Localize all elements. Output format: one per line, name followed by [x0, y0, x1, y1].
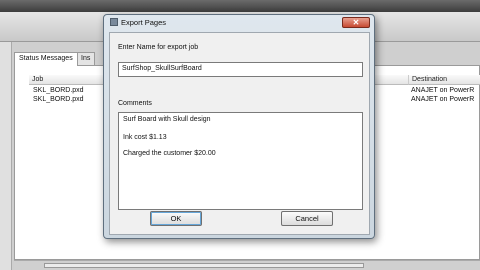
column-header-destination[interactable]: Destination — [409, 75, 480, 85]
dialog-body: Enter Name for export job SurfShop_Skull… — [109, 32, 370, 235]
row-1-job[interactable]: SKL_BORD.pxd — [33, 87, 84, 95]
comment-line: Surf Board with Skull design — [123, 116, 211, 123]
close-icon: ✕ — [352, 18, 360, 27]
close-button[interactable]: ✕ — [342, 17, 370, 28]
dialog-title-bar[interactable]: Export Pages ✕ — [104, 15, 374, 30]
comment-line: Ink cost $1.13 — [123, 134, 167, 141]
app-title-bar — [0, 0, 480, 12]
dialog-title: Export Pages — [121, 18, 167, 27]
tab-ins[interactable]: Ins — [76, 52, 96, 66]
horizontal-scrollbar[interactable] — [44, 263, 364, 268]
row-1-destination[interactable]: ANAJET on PowerR — [411, 87, 474, 95]
comment-line: Charged the customer $20.00 — [123, 150, 216, 157]
ok-button[interactable]: OK — [150, 211, 202, 226]
tab-status-messages[interactable]: Status Messages — [14, 52, 78, 66]
left-pane — [0, 42, 12, 270]
comments-textarea[interactable]: Surf Board with Skull design Ink cost $1… — [118, 112, 363, 210]
export-pages-dialog: Export Pages ✕ Enter Name for export job… — [103, 14, 375, 239]
row-2-destination[interactable]: ANAJET on PowerR — [411, 96, 474, 104]
export-name-label: Enter Name for export job — [118, 44, 199, 51]
row-2-job[interactable]: SKL_BORD.pxd — [33, 96, 84, 104]
status-bar — [14, 260, 480, 270]
window-icon — [110, 18, 118, 26]
cancel-button[interactable]: Cancel — [281, 211, 333, 226]
export-name-input[interactable]: SurfShop_SkullSurfBoard — [118, 62, 363, 77]
comments-label: Comments — [118, 100, 152, 107]
